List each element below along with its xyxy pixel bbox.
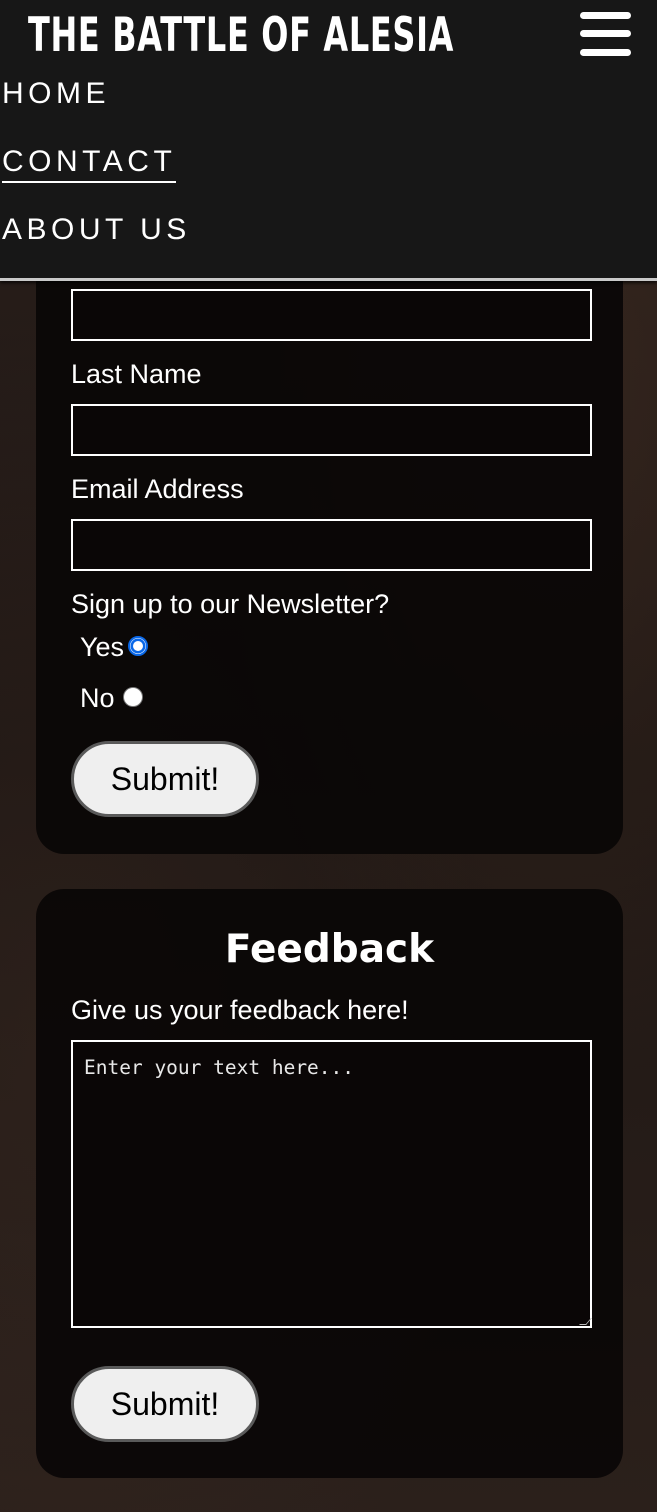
email-label: Email Address	[71, 474, 244, 504]
newsletter-no-label: No	[80, 683, 115, 713]
last-name-input[interactable]	[71, 404, 592, 456]
hamburger-menu-icon[interactable]	[580, 12, 631, 56]
contact-submit-button[interactable]: Submit!	[71, 741, 259, 817]
nav-link-contact[interactable]: CONTACT	[2, 144, 177, 183]
newsletter-label: Sign up to our Newsletter?	[71, 589, 390, 619]
site-header: THE BATTLE OF ALESIA HOME CONTACT ABOUT …	[0, 0, 657, 281]
site-title[interactable]: THE BATTLE OF ALESIA	[28, 6, 454, 66]
first-name-input[interactable]	[71, 289, 592, 341]
email-input[interactable]	[71, 519, 592, 571]
nav-link-home[interactable]: HOME	[2, 76, 110, 112]
feedback-heading: Feedback	[224, 927, 435, 972]
newsletter-no-radio[interactable]	[123, 687, 143, 707]
feedback-submit-button[interactable]: Submit!	[71, 1366, 259, 1442]
newsletter-yes-label: Yes	[80, 632, 125, 662]
feedback-prompt: Give us your feedback here!	[71, 995, 409, 1025]
newsletter-yes-radio[interactable]	[128, 636, 148, 656]
nav-link-about-us[interactable]: ABOUT US	[2, 212, 191, 248]
feedback-textarea[interactable]	[71, 1040, 592, 1328]
last-name-label: Last Name	[71, 359, 202, 389]
